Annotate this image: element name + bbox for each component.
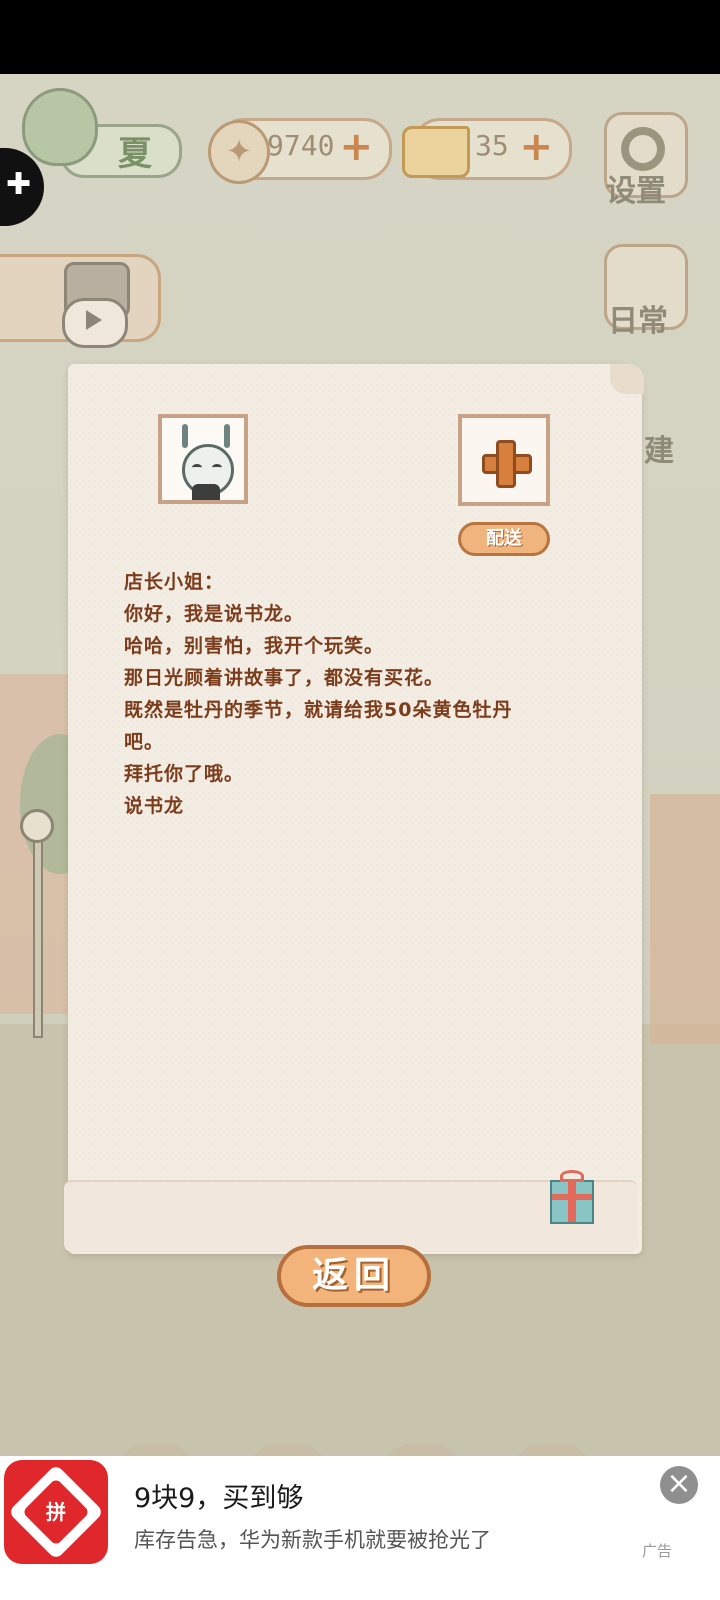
letter-line: 哈哈，别害怕，我开个玩笑。 [124,635,385,657]
settings-label: 设置 [606,174,666,209]
add-item-slot[interactable] [458,414,550,506]
ad-close-button[interactable]: × [660,1466,698,1504]
horn-left [182,424,188,448]
season-label: 夏 [118,134,152,174]
avatar-body [192,484,220,500]
add-fish-coin-button[interactable]: + [339,127,373,167]
add-cheese-button[interactable]: + [519,127,553,167]
cheese-icon [402,126,470,178]
letter-line: 拜托你了哦。 [124,763,245,785]
letter-line: 你好，我是说书龙。 [124,603,305,625]
letter-line: 既然是牡丹的季节，就请给我50朵黄色牡丹 [124,699,513,721]
horn-right [224,424,230,448]
letter-line: 说书龙 [124,795,185,817]
build-label: 建 [644,434,674,469]
street-lamp-pole [33,834,43,1038]
daily-label: 日常 [608,304,668,339]
ad-app-logo[interactable]: 拼 [4,1460,108,1564]
gift-ribbon [568,1182,576,1222]
tree-icon [22,88,98,166]
ad-subtitle[interactable]: 库存告急，华为新款手机就要被抢光了 [134,1524,491,1554]
fish-coin-value: 9740 [267,129,335,162]
house-right [650,794,720,1044]
letter-corner-curl [610,364,644,394]
status-bar [0,0,720,74]
plus-icon-center [499,457,513,471]
letter-line: 吧。 [124,731,165,753]
letter-line: 店长小姐： [124,571,225,593]
deliver-button[interactable]: 配送 [458,522,550,556]
ad-label: 广告 [642,1542,673,1560]
cheese-value: 35 [475,129,509,162]
gear-icon [621,127,665,171]
sender-avatar [158,414,248,504]
back-button[interactable]: 返回 [277,1245,431,1307]
play-triangle [86,310,102,330]
gift-ribbon [552,1194,592,1200]
letter-line: 那日光顾着讲故事了，都没有买花。 [124,667,445,689]
eye-left [192,464,202,471]
letter-body: 店长小姐： 你好，我是说书龙。 哈哈，别害怕，我开个玩笑。 那日光顾着讲故事了，… [124,566,594,822]
puzzle-icon: ✚ [6,167,32,202]
fish-bone-icon: ✦ [208,120,270,184]
eye-right [212,464,222,471]
gift-bow [560,1170,584,1182]
gift-icon[interactable] [550,1170,594,1224]
street-lamp-head [20,809,54,843]
ad-title[interactable]: 9块9，买到够 [134,1476,303,1515]
logo-char: 拼 [46,1500,66,1524]
